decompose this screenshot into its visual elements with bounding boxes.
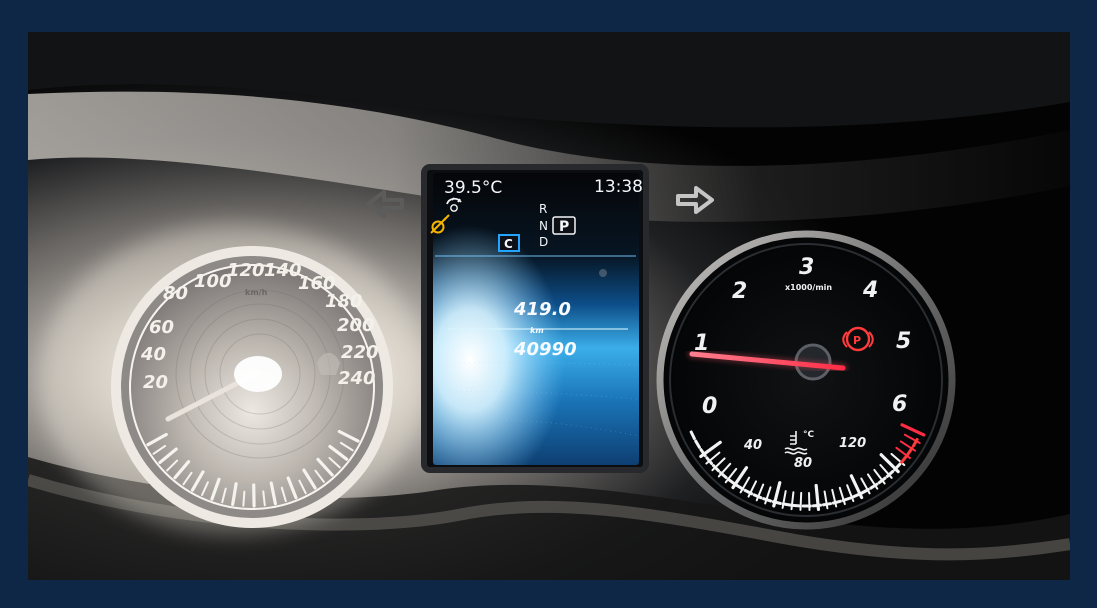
gear-r: R bbox=[539, 202, 547, 216]
tach-label-5: 5 bbox=[896, 329, 911, 354]
display-status-dot bbox=[599, 269, 607, 277]
speed-label-40: 40 bbox=[140, 344, 166, 365]
coolant-segment bbox=[801, 504, 812, 508]
odometer: 40990 bbox=[513, 339, 577, 360]
gear-n: N bbox=[539, 219, 548, 233]
speed-label-120: 120 bbox=[227, 260, 265, 281]
outside-temperature: 39.5°C bbox=[444, 178, 502, 198]
tach-label-4: 4 bbox=[862, 278, 878, 303]
clock-display: 13:38 bbox=[594, 177, 643, 197]
coolant-unit: °C bbox=[803, 430, 815, 440]
speedometer: 100 120 140 160 180 200 220 240 80 60 40… bbox=[111, 246, 393, 528]
coolant-label-120: 120 bbox=[839, 436, 866, 451]
tach-label-2: 2 bbox=[732, 279, 747, 304]
distance-unit: km bbox=[530, 326, 544, 335]
speed-label-20: 20 bbox=[143, 372, 168, 393]
speed-label-200: 200 bbox=[337, 315, 375, 336]
cruise-mode: C bbox=[504, 237, 513, 251]
coolant-label-80: 80 bbox=[794, 456, 812, 471]
svg-text:P: P bbox=[853, 334, 861, 347]
speed-label-140: 140 bbox=[264, 260, 302, 281]
speed-label-100: 100 bbox=[194, 271, 232, 292]
speed-label-80: 80 bbox=[163, 283, 188, 304]
speed-label-240: 240 bbox=[338, 368, 376, 389]
gear-selected: P bbox=[559, 219, 569, 235]
tachometer: 0 1 2 3 4 5 6 x1000/min P °C 40 80 120 bbox=[656, 230, 956, 530]
tach-label-3: 3 bbox=[799, 255, 814, 280]
trip-distance: 419.0 bbox=[513, 299, 571, 320]
speed-unit: km/h bbox=[245, 288, 268, 297]
tach-label-0: 0 bbox=[702, 394, 717, 419]
gear-d: D bbox=[539, 235, 548, 249]
instrument-cluster-photo: 100 120 140 160 180 200 220 240 80 60 40… bbox=[28, 32, 1070, 580]
speedometer-center-cap bbox=[234, 356, 282, 392]
speed-label-220: 220 bbox=[341, 342, 379, 363]
coolant-label-40: 40 bbox=[743, 438, 762, 453]
center-display: 39.5°C 13:38 R N D P C 419.0 km 40990 bbox=[421, 164, 649, 473]
tach-unit: x1000/min bbox=[785, 283, 832, 292]
tach-label-6: 6 bbox=[892, 392, 907, 417]
speed-label-180: 180 bbox=[325, 291, 363, 312]
photo-frame: 100 120 140 160 180 200 220 240 80 60 40… bbox=[28, 32, 1070, 580]
speed-ticks-tick bbox=[242, 490, 246, 507]
speed-label-60: 60 bbox=[149, 317, 174, 338]
